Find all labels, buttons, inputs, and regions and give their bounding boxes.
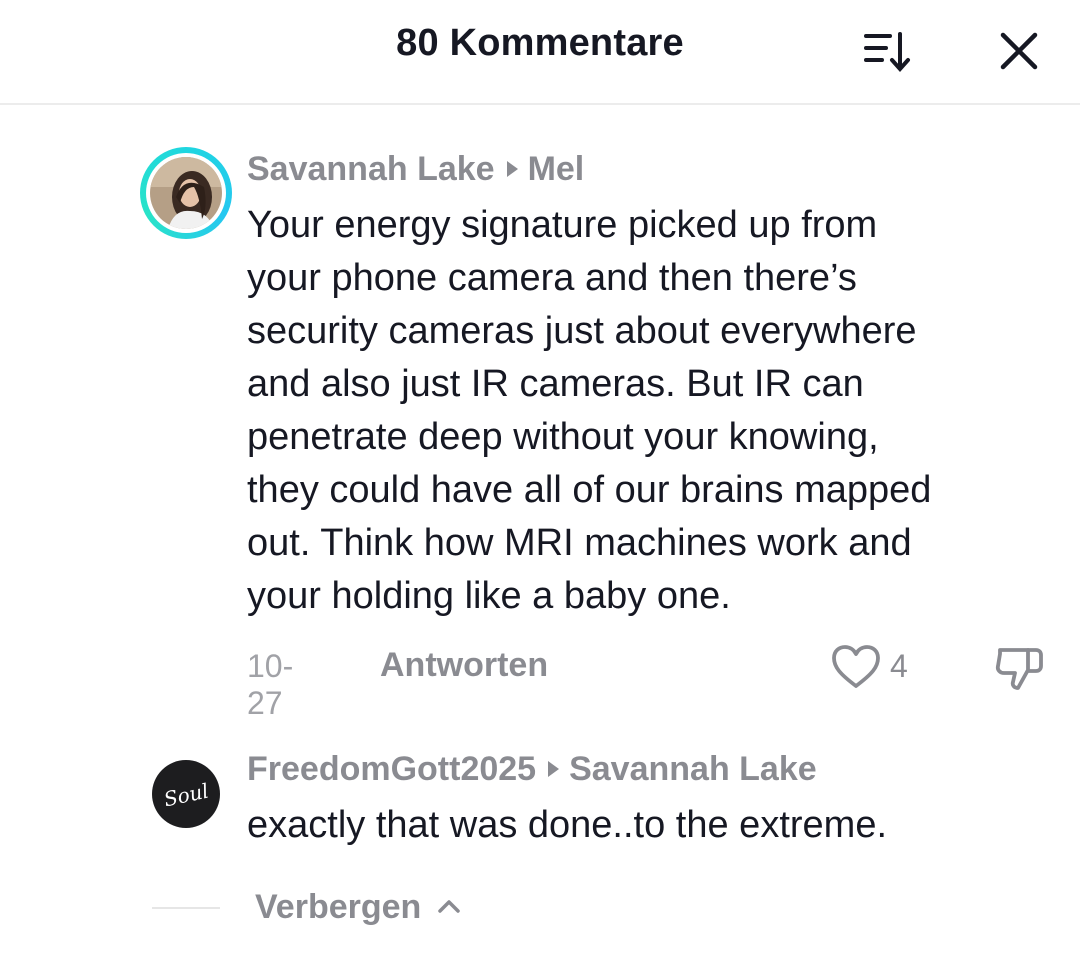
comment-body: Your energy signature picked up from you… bbox=[247, 199, 1047, 623]
comment-text-line: they could have all of our brains mapped bbox=[247, 469, 932, 511]
reply-to-user[interactable]: Savannah Lake bbox=[569, 750, 817, 788]
comments-count-title: 80 Kommentare bbox=[396, 22, 684, 64]
reply-to-user[interactable]: Mel bbox=[528, 150, 585, 188]
svg-text:Soul: Soul bbox=[162, 779, 211, 812]
reply-arrow-icon bbox=[548, 761, 560, 778]
comment-text-line: security cameras just about everywhere bbox=[247, 310, 917, 352]
comment-date: 10-27 bbox=[247, 648, 294, 721]
hide-replies-label: Verbergen bbox=[255, 888, 422, 926]
comment-author[interactable]: FreedomGott2025 bbox=[247, 750, 536, 788]
reply-button[interactable]: Antworten bbox=[380, 646, 548, 685]
comment-text-line: exactly that was done..to the extreme. bbox=[247, 804, 888, 846]
chevron-up-icon bbox=[438, 900, 460, 913]
comment-text-line: penetrate deep without your knowing, bbox=[247, 416, 879, 458]
avatar[interactable] bbox=[140, 147, 232, 239]
dislike-button[interactable] bbox=[992, 640, 1046, 694]
heart-icon bbox=[832, 645, 880, 688]
sort-icon bbox=[864, 32, 910, 73]
comment-text-line: your holding like a baby one. bbox=[247, 575, 731, 617]
comment-author-line: Savannah Lake Mel bbox=[247, 150, 584, 189]
comment-text-line: out. Think how MRI machines work and bbox=[247, 522, 912, 564]
like-count: 4 bbox=[890, 648, 908, 684]
comment-author[interactable]: Savannah Lake bbox=[247, 150, 495, 188]
thumbs-down-icon bbox=[995, 648, 1043, 690]
close-icon bbox=[1000, 32, 1038, 70]
comments-header: 80 Kommentare bbox=[0, 0, 1080, 105]
replies-divider bbox=[152, 907, 220, 909]
comment-body: exactly that was done..to the extreme. bbox=[247, 799, 1047, 852]
reply-arrow-icon bbox=[506, 161, 518, 178]
comment-text-line: your phone camera and then there’s bbox=[247, 257, 857, 299]
avatar[interactable]: Soul bbox=[152, 760, 220, 828]
hide-replies-button[interactable]: Verbergen bbox=[255, 888, 461, 927]
comment-text-line: Your energy signature picked up from bbox=[247, 204, 878, 246]
like-button[interactable] bbox=[830, 643, 882, 691]
comment-author-line: FreedomGott2025 Savannah Lake bbox=[247, 750, 817, 789]
sort-button[interactable] bbox=[860, 26, 916, 76]
comment-text-line: and also just IR cameras. But IR can bbox=[247, 363, 864, 405]
profile-photo-icon bbox=[150, 157, 222, 229]
close-button[interactable] bbox=[994, 26, 1044, 76]
soul-logo-icon: Soul bbox=[162, 779, 211, 812]
